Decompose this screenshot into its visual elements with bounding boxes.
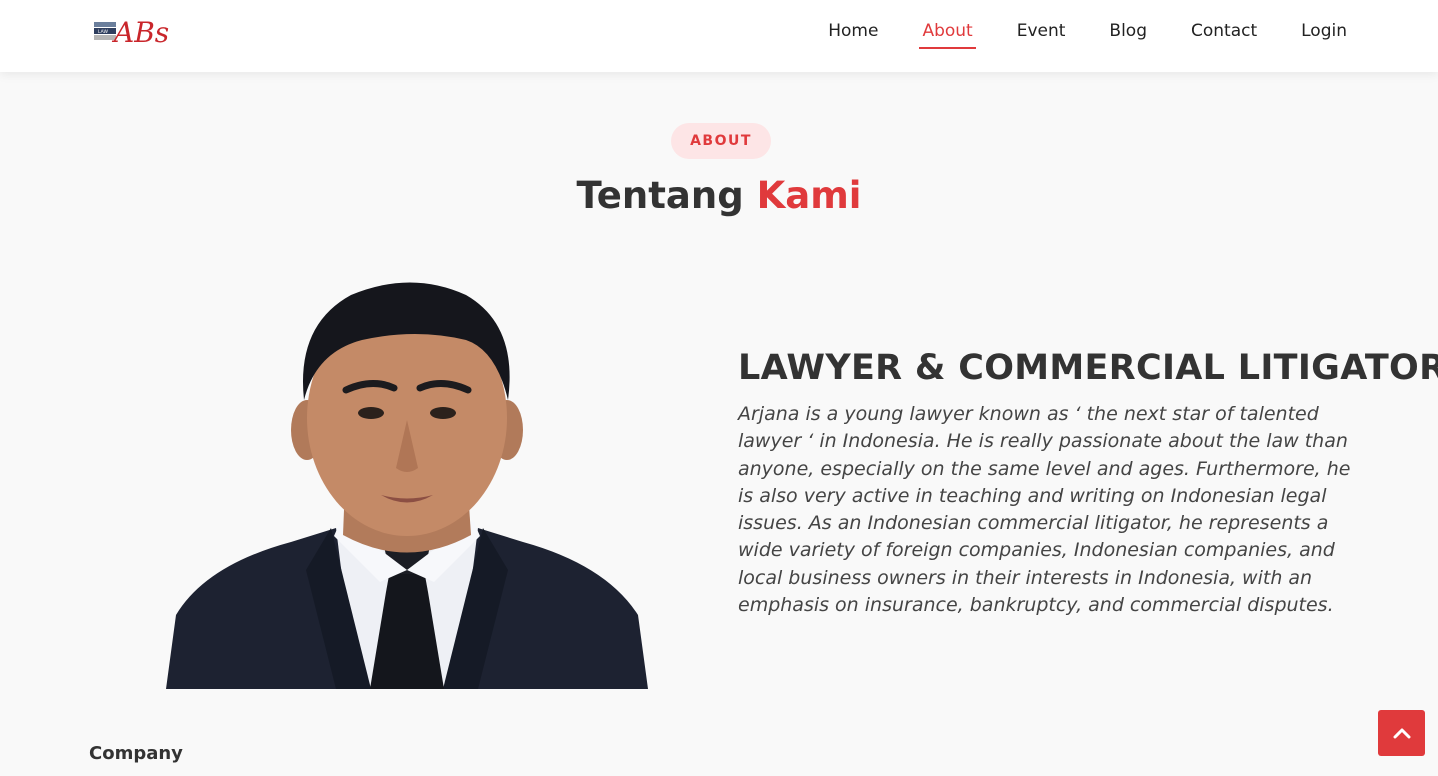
about-heading: LAWYER & COMMERCIAL LITIGATOR bbox=[738, 348, 1438, 388]
nav-about-link[interactable]: About bbox=[919, 17, 976, 49]
chevron-up-icon bbox=[1393, 728, 1410, 739]
nav-blog-link[interactable]: Blog bbox=[1106, 17, 1150, 45]
navbar: LAW ABs Home About Event Blog Contact Lo… bbox=[0, 0, 1438, 72]
section-title-main: Tentang bbox=[576, 174, 757, 217]
site-logo[interactable]: LAW ABs bbox=[92, 12, 172, 50]
section-badge: ABOUT bbox=[671, 123, 771, 159]
section-badge-label: ABOUT bbox=[690, 133, 752, 149]
section-title-accent: Kami bbox=[756, 174, 862, 217]
back-to-top-button[interactable] bbox=[1378, 710, 1425, 756]
nav-home-link[interactable]: Home bbox=[825, 17, 881, 45]
main-nav: Home About Event Blog Contact Login bbox=[825, 0, 1350, 62]
nav-contact-link[interactable]: Contact bbox=[1188, 17, 1260, 45]
section-title: Tentang Kami bbox=[0, 174, 1438, 217]
svg-text:LAW: LAW bbox=[98, 29, 108, 35]
lawyer-portrait-image bbox=[166, 270, 648, 689]
nav-login-link[interactable]: Login bbox=[1298, 17, 1350, 45]
about-paragraph: Arjana is a young lawyer known as ‘ the … bbox=[738, 403, 1351, 617]
svg-text:ABs: ABs bbox=[111, 16, 169, 49]
company-label: Company bbox=[89, 743, 183, 764]
nav-event-link[interactable]: Event bbox=[1014, 17, 1069, 45]
